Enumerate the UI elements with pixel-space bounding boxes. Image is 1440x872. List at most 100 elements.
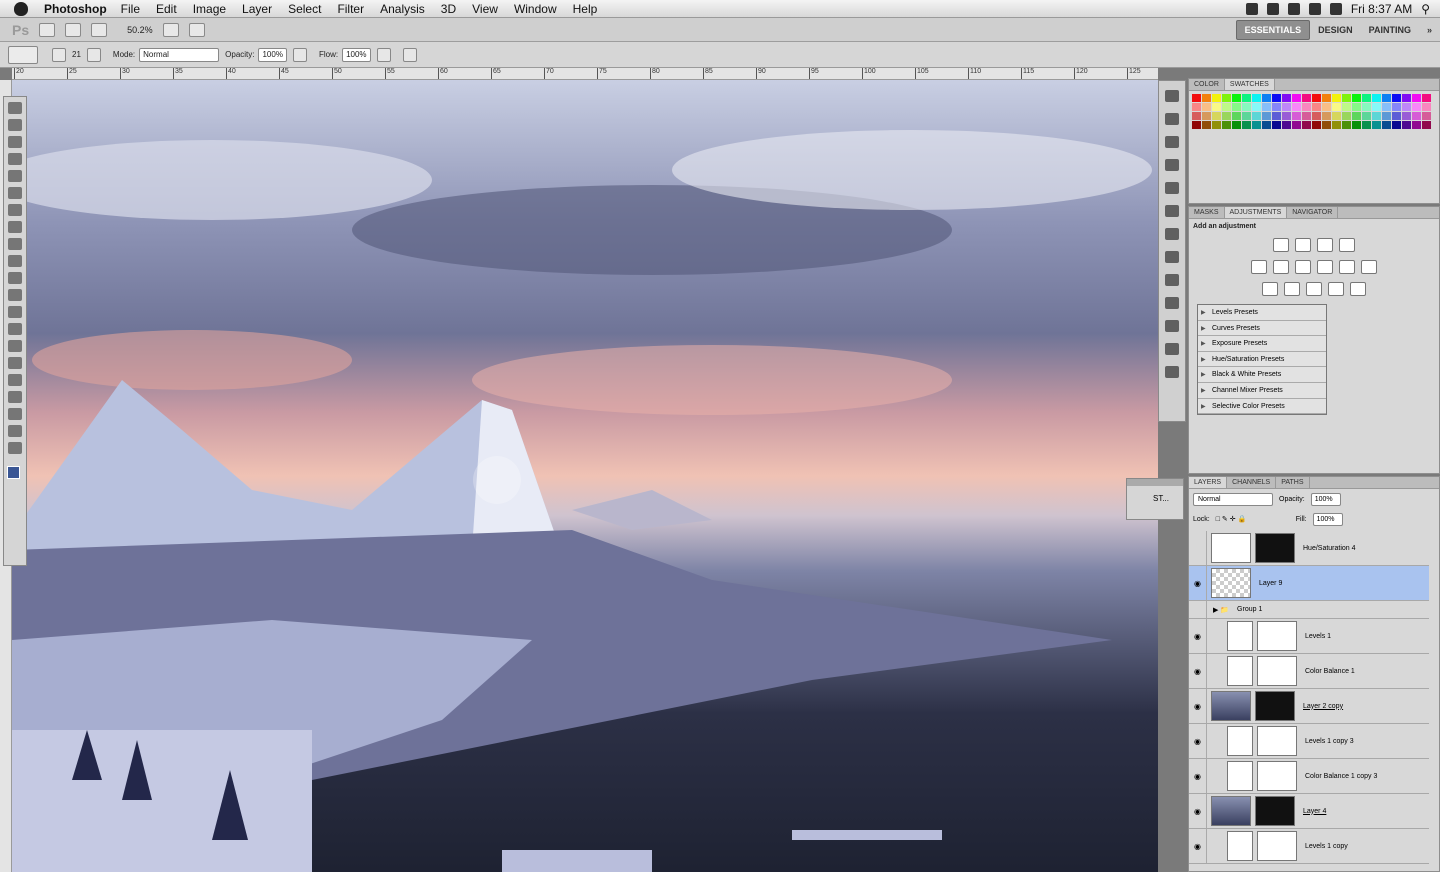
swatch[interactable]: [1362, 103, 1371, 111]
menu-window[interactable]: Window: [506, 2, 565, 16]
swatch[interactable]: [1192, 112, 1201, 120]
swatch[interactable]: [1292, 94, 1301, 102]
swatch[interactable]: [1332, 103, 1341, 111]
swatch[interactable]: [1272, 103, 1281, 111]
layer-row[interactable]: ◉ Levels 1 copy: [1189, 829, 1429, 864]
swatch[interactable]: [1352, 103, 1361, 111]
spotlight-icon[interactable]: ⚲: [1421, 2, 1430, 16]
tab-paths[interactable]: PATHS: [1276, 477, 1310, 488]
swatch[interactable]: [1222, 121, 1231, 129]
swatch[interactable]: [1242, 103, 1251, 111]
swatch[interactable]: [1322, 112, 1331, 120]
hue-saturation-icon[interactable]: [1273, 260, 1289, 274]
swatch[interactable]: [1212, 94, 1221, 102]
eye-icon[interactable]: ◉: [1189, 829, 1207, 863]
menu-select[interactable]: Select: [280, 2, 329, 16]
swatch[interactable]: [1382, 94, 1391, 102]
photo-filter-icon[interactable]: [1339, 260, 1355, 274]
eraser-tool-icon[interactable]: [8, 272, 22, 284]
layer-row[interactable]: Hue/Saturation 4: [1189, 531, 1429, 566]
preset-exposure[interactable]: Exposure Presets: [1198, 336, 1326, 352]
swatch[interactable]: [1282, 94, 1291, 102]
fill-field[interactable]: 100%: [1312, 512, 1343, 526]
swatch[interactable]: [1362, 94, 1371, 102]
swatch[interactable]: [1242, 94, 1251, 102]
swatch[interactable]: [1262, 112, 1271, 120]
swatch[interactable]: [1272, 121, 1281, 129]
brush-picker[interactable]: [52, 47, 66, 62]
brush-presets-icon[interactable]: [1165, 205, 1179, 217]
swatch[interactable]: [1252, 94, 1261, 102]
horizontal-ruler[interactable]: 20 25 30 35 40 45 50 55 60 65 70 75 80 8…: [12, 68, 1158, 80]
menu-image[interactable]: Image: [185, 2, 234, 16]
preset-curves[interactable]: Curves Presets: [1198, 321, 1326, 337]
swatch[interactable]: [1302, 121, 1311, 129]
zoom-tool-icon[interactable]: [8, 442, 22, 454]
swatch[interactable]: [1312, 94, 1321, 102]
swatch[interactable]: [1262, 94, 1271, 102]
tab-color[interactable]: COLOR: [1189, 79, 1225, 90]
eye-icon[interactable]: ◉: [1189, 794, 1207, 828]
swatch[interactable]: [1262, 103, 1271, 111]
channel-mixer-icon[interactable]: [1361, 260, 1377, 274]
swatch[interactable]: [1372, 94, 1381, 102]
swatch[interactable]: [1202, 121, 1211, 129]
swatch[interactable]: [1282, 112, 1291, 120]
layer-row[interactable]: ◉ Color Balance 1: [1189, 654, 1429, 689]
swatch[interactable]: [1402, 103, 1411, 111]
mode-select[interactable]: Normal: [139, 47, 220, 62]
swatch[interactable]: [1342, 94, 1351, 102]
panel-header[interactable]: [1127, 479, 1183, 486]
eye-icon[interactable]: ◉: [1189, 654, 1207, 688]
swatch[interactable]: [1412, 94, 1421, 102]
screen-mode-button[interactable]: [188, 22, 205, 37]
swatch[interactable]: [1362, 112, 1371, 120]
black-white-icon[interactable]: [1317, 260, 1333, 274]
swatch[interactable]: [1252, 112, 1261, 120]
pressure-size-icon[interactable]: [402, 47, 417, 62]
swatch[interactable]: [1342, 112, 1351, 120]
swatch[interactable]: [1192, 103, 1201, 111]
swatch[interactable]: [1292, 112, 1301, 120]
menu-3d[interactable]: 3D: [433, 2, 464, 16]
swatch[interactable]: [1422, 112, 1431, 120]
vibrance-icon[interactable]: [1251, 260, 1267, 274]
shape-tool-icon[interactable]: [8, 391, 22, 403]
swatch[interactable]: [1392, 103, 1401, 111]
bridge-button[interactable]: [39, 22, 56, 37]
eye-icon[interactable]: ◉: [1189, 724, 1207, 758]
swatch[interactable]: [1312, 112, 1321, 120]
minibridge-icon[interactable]: [1165, 90, 1179, 102]
preset-hue-saturation[interactable]: Hue/Saturation Presets: [1198, 352, 1326, 368]
levels-icon[interactable]: [1295, 238, 1311, 252]
swatch[interactable]: [1232, 103, 1241, 111]
swatch[interactable]: [1212, 112, 1221, 120]
tab-channels[interactable]: CHANNELS: [1227, 477, 1277, 488]
swatch[interactable]: [1412, 121, 1421, 129]
history-brush-tool-icon[interactable]: [8, 255, 22, 267]
brush-panel-toggle[interactable]: [86, 47, 101, 62]
layer-row[interactable]: ◉ Levels 1: [1189, 619, 1429, 654]
wifi-icon[interactable]: [1287, 3, 1300, 15]
arrange-documents-button[interactable]: [162, 22, 179, 37]
exposure-icon[interactable]: [1339, 238, 1355, 252]
swatch[interactable]: [1332, 94, 1341, 102]
info-icon[interactable]: [1165, 136, 1179, 148]
type-tool-icon[interactable]: [8, 357, 22, 369]
swatch[interactable]: [1302, 112, 1311, 120]
menu-view[interactable]: View: [464, 2, 506, 16]
camera-icon[interactable]: [1245, 3, 1258, 15]
airbrush-icon[interactable]: [376, 47, 391, 62]
eye-icon[interactable]: ◉: [1189, 619, 1207, 653]
swatch[interactable]: [1422, 121, 1431, 129]
swatch[interactable]: [1332, 112, 1341, 120]
opacity-field[interactable]: 100%: [258, 47, 287, 62]
swatch[interactable]: [1372, 112, 1381, 120]
layer-row[interactable]: ◉ Layer 4: [1189, 794, 1429, 829]
swatch[interactable]: [1372, 121, 1381, 129]
tab-masks[interactable]: MASKS: [1189, 207, 1225, 218]
battery-icon[interactable]: [1329, 3, 1342, 15]
swatch[interactable]: [1372, 103, 1381, 111]
menu-file[interactable]: File: [113, 2, 148, 16]
swatch[interactable]: [1382, 103, 1391, 111]
